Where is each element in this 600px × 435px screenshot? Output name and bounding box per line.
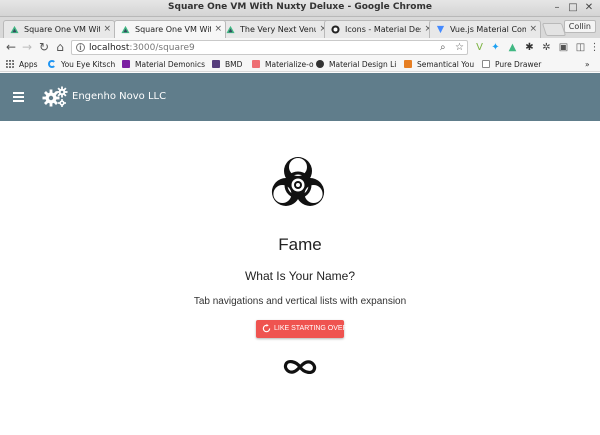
bookmark-label: You Eye Kitsch (61, 60, 116, 69)
minimize-button[interactable]: – (550, 1, 564, 15)
tab-close-icon[interactable]: × (214, 21, 222, 38)
circle-logo-icon (316, 60, 324, 68)
tab-label: Icons - Material Desi (345, 25, 421, 34)
semantic-icon (404, 60, 412, 68)
infinity-icon (283, 360, 317, 374)
page-icon (482, 60, 490, 68)
extension-v-icon[interactable]: V (474, 42, 485, 53)
material-icon (122, 60, 130, 68)
browser-tab[interactable]: Icons - Material Desi × (324, 20, 436, 38)
bookmark-label: Material Design Li (329, 60, 397, 69)
window-title: Square One VM With Nuxty Deluxe - Google… (168, 2, 432, 12)
tab-close-icon[interactable]: × (103, 21, 111, 38)
bookmark-label: Materialize-o (265, 60, 314, 69)
bookmark-item[interactable]: BMD (212, 59, 242, 71)
bookmarks-overflow-icon[interactable]: » (585, 59, 590, 71)
new-tab-button[interactable] (541, 23, 567, 36)
page-description: Tab navigations and vertical lists with … (193, 296, 407, 307)
tab-label: Square One VM With (24, 25, 100, 34)
bookmark-label: Apps (19, 60, 38, 69)
browser-toolbar: ← → ↻ ⌂ i localhost:3000/square9 ⌕ ☆ V ✦… (0, 38, 600, 58)
vue-triangle-icon (10, 25, 19, 34)
main-content: Fame What Is Your Name? Tab navigations … (0, 121, 600, 435)
bookmark-item[interactable]: You Eye Kitsch (48, 59, 115, 71)
bootstrap-icon (212, 60, 220, 68)
extension-gear-icon[interactable]: ✱ (524, 42, 535, 53)
tab-label: The Very Next Venue (240, 25, 316, 34)
page-subtitle: What Is Your Name? (244, 269, 356, 283)
bookmark-item[interactable]: Material Demonics (122, 59, 205, 71)
home-icon[interactable]: ⌂ (53, 40, 67, 54)
search-icon[interactable]: ⌕ (440, 41, 446, 54)
bookmark-item[interactable]: Materialize-o (252, 59, 314, 71)
reload-icon[interactable]: ↻ (37, 40, 51, 54)
apps-grid-icon (6, 60, 14, 68)
url-path: :3000/square9 (129, 43, 195, 53)
twitter-icon[interactable]: ✦ (490, 42, 501, 53)
profile-button[interactable]: Collin (563, 20, 596, 33)
url-text[interactable]: localhost:3000/square9 (89, 42, 195, 54)
materialize-icon (252, 60, 260, 68)
vue-triangle-icon (226, 25, 235, 34)
gears-logo-icon (42, 86, 68, 107)
browser-tab[interactable]: Vue.js Material Comp × (429, 20, 541, 38)
url-host: localhost (89, 43, 130, 53)
tab-close-icon[interactable]: × (529, 21, 537, 38)
tab-label: Square One VM With (135, 25, 211, 34)
app-title: Engenho Novo LLC (72, 91, 167, 102)
extension-box-icon[interactable]: ◫ (575, 42, 586, 53)
button-label: LIKE STARTING OVER (274, 325, 348, 332)
bookmark-item[interactable]: Pure Drawer (482, 59, 541, 71)
chrome-menu-icon[interactable]: ⋮ (589, 42, 600, 53)
bookmark-label: Material Demonics (135, 60, 206, 69)
bookmark-item[interactable]: Semantical You (404, 59, 474, 71)
github-icon (331, 25, 340, 34)
address-bar[interactable]: i localhost:3000/square9 ⌕ ☆ (71, 40, 468, 55)
vue-material-icon (436, 25, 445, 34)
bookmark-label: Pure Drawer (495, 60, 542, 69)
bookmark-label: Semantical You (417, 60, 475, 69)
browser-tab-active[interactable]: Square One VM With × (114, 20, 226, 38)
window-titlebar: Square One VM With Nuxty Deluxe - Google… (0, 0, 600, 17)
bookmark-apps[interactable]: Apps (6, 59, 38, 71)
info-icon[interactable]: i (76, 43, 85, 52)
extension-shield-icon[interactable]: ▣ (558, 42, 569, 53)
maximize-button[interactable]: □ (566, 1, 580, 15)
forward-arrow-icon[interactable]: → (20, 40, 34, 54)
close-window-button[interactable]: ✕ (582, 1, 596, 15)
extension-bug-icon[interactable]: ✲ (541, 42, 552, 53)
biohazard-icon (271, 157, 325, 206)
page-title: Fame (278, 235, 322, 254)
browser-tab[interactable]: The Very Next Venue × (219, 20, 331, 38)
bookmarks-bar: Apps You Eye Kitsch Material Demonics BM… (0, 58, 600, 72)
app-bar: Engenho Novo LLC (0, 73, 600, 121)
like-starting-over-button[interactable]: LIKE STARTING OVER (256, 320, 348, 338)
hamburger-menu-icon[interactable] (11, 91, 29, 103)
vue-triangle-icon (121, 25, 130, 34)
tab-strip: Square One VM With × Square One VM With … (0, 17, 600, 38)
vue-devtools-icon[interactable]: ▲ (507, 42, 518, 53)
tab-label: Vue.js Material Comp (450, 25, 526, 34)
bookmark-item[interactable]: Material Design Li (316, 59, 396, 71)
loading-ring-icon (48, 60, 56, 68)
back-arrow-icon[interactable]: ← (4, 40, 18, 54)
bookmark-star-icon[interactable]: ☆ (455, 41, 464, 54)
bookmark-label: BMD (225, 60, 243, 69)
browser-tab[interactable]: Square One VM With × (3, 20, 115, 38)
refresh-icon (262, 324, 271, 333)
